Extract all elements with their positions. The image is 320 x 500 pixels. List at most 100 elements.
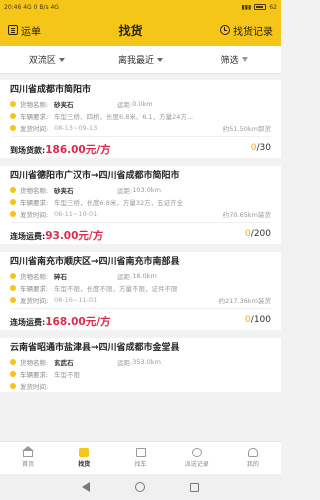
quota-counter: 0/200	[245, 229, 271, 239]
vehicle-row: 车辆要求: 车型不限	[10, 368, 271, 380]
tab-find-truck[interactable]: 找车	[112, 442, 168, 474]
chevron-down-icon	[157, 57, 164, 62]
price-value: 93.00元/方	[45, 230, 104, 242]
quota-total: /200	[250, 228, 271, 239]
goods-label: 货物名称:	[20, 359, 49, 367]
screen-filter-label: 筛选	[220, 56, 239, 66]
district-filter[interactable]: 双流区	[0, 53, 94, 66]
goods-icon	[79, 448, 90, 457]
vehicle-label: 车辆要求:	[20, 113, 49, 121]
date-label: 发货时间:	[20, 125, 49, 133]
date-row: 发货时间: 08-11~10-01 约70.65km装货	[10, 208, 271, 220]
route: 四川省成都市简阳市	[10, 85, 92, 95]
system-nav-bar	[0, 474, 281, 500]
status-time: 20:46 4G 0 B/s 4G	[4, 3, 59, 11]
distance-value: 0.0km	[132, 100, 153, 108]
vehicle-value: 车型不限，长度不限，方量不限，证件不限	[54, 285, 178, 293]
cargo-card[interactable]: 四川省德阳市广汉市→四川省成都市简阳市 货物名称: 砂夹石 运距: 103.0k…	[0, 166, 281, 244]
cargo-card[interactable]: 云南省昭通市盐津县→四川省成都市金堂县 货物名称: 玄武石 运距: 353.0k…	[0, 338, 281, 392]
waybill-label: 运单	[21, 26, 41, 38]
sort-filter-label: 离我最近	[118, 56, 155, 66]
tab-find-goods[interactable]: 找货	[56, 442, 112, 474]
bullet-icon	[10, 211, 16, 217]
user-icon	[247, 448, 258, 457]
document-icon	[8, 25, 18, 35]
price-row: 到场货款:186.00元/方 0/30	[10, 136, 271, 158]
bullet-icon	[10, 285, 16, 291]
goods-label: 货物名称:	[20, 273, 49, 281]
waybill-button[interactable]: 运单	[8, 23, 41, 38]
quota-counter: 0/30	[251, 143, 271, 153]
bullet-icon	[10, 187, 16, 193]
vehicle-row: 车辆要求: 车型三桥、四桥，长度6.8米、6.1，方量24方...	[10, 110, 271, 122]
cargo-card[interactable]: 四川省南充市顺庆区→四川省南充市南部县 货物名称: 碎石 运距: 18.0km …	[0, 252, 281, 330]
distance-note: 约51.50km卸货	[222, 125, 271, 133]
distance-label: 运距:	[117, 359, 133, 367]
truck-icon	[135, 448, 146, 457]
distance-value: 353.0km	[132, 358, 161, 366]
tab-mine-label: 我的	[246, 461, 259, 468]
price-row: 连场运费:93.00元/方 0/200	[10, 222, 271, 244]
route: 四川省德阳市广汉市→四川省成都市简阳市	[10, 171, 180, 181]
clock-icon	[219, 25, 230, 35]
goods-label: 货物名称:	[20, 187, 49, 195]
tab-mine[interactable]: 我的	[225, 442, 281, 474]
header: 运单 找货 找货记录	[0, 14, 281, 46]
search-record-button[interactable]: 找货记录	[219, 23, 273, 38]
filter-bar: 双流区 离我最近 筛选	[0, 46, 281, 74]
date-label: 发货时间:	[20, 211, 49, 219]
cargo-list[interactable]: 四川省成都市简阳市 货物名称: 砂夹石 运距: 0.0km 车辆要求: 车型三桥…	[0, 74, 281, 441]
tab-home[interactable]: 首页	[0, 442, 56, 474]
vehicle-value: 车型不限	[54, 371, 80, 379]
bullet-icon	[10, 359, 16, 365]
goods-row: 货物名称: 玄武石 运距: 353.0km	[10, 356, 271, 368]
quota-counter: 0/100	[245, 315, 271, 325]
sort-filter[interactable]: 离我最近	[94, 53, 188, 66]
tab-find-goods-label: 找货	[78, 461, 91, 468]
date-row: 发货时间:	[10, 380, 271, 392]
battery-icon	[254, 4, 267, 10]
date-label: 发货时间:	[20, 383, 49, 391]
vehicle-label: 车辆要求:	[20, 285, 49, 293]
battery-level: 62	[269, 3, 277, 11]
record-icon	[191, 448, 202, 457]
price-value: 168.00元/方	[45, 316, 111, 328]
home-circle-icon[interactable]	[134, 482, 145, 492]
distance-label: 运距:	[117, 187, 133, 195]
route: 四川省南充市顺庆区→四川省南充市南部县	[10, 257, 180, 267]
bullet-icon	[10, 383, 16, 389]
distance-label: 运距:	[117, 273, 133, 281]
distance-note: 约70.65km装货	[222, 211, 271, 219]
bullet-icon	[10, 199, 16, 205]
price: 到场货款:186.00元/方	[10, 138, 111, 157]
status-bar: 20:46 4G 0 B/s 4G ▮▮▮ 62	[0, 0, 281, 14]
vehicle-value: 车型三桥、四桥，长度6.8米、6.1，方量24方...	[54, 113, 194, 121]
goods-row: 货物名称: 砂夹石 运距: 103.0km	[10, 184, 271, 196]
bullet-icon	[10, 297, 16, 303]
distance-note: 约217.36km装货	[218, 297, 271, 305]
vehicle-label: 车辆要求:	[20, 199, 49, 207]
vehicle-row: 车辆要求: 车型三桥，长度6.8米，方量32方，五证齐全	[10, 196, 271, 208]
bullet-icon	[10, 371, 16, 377]
tab-delivery-record[interactable]: 派送记录	[169, 442, 225, 474]
bullet-icon	[10, 125, 16, 131]
tab-find-truck-label: 找车	[134, 461, 147, 468]
screen-filter[interactable]: 筛选	[187, 53, 281, 66]
bullet-icon	[10, 273, 16, 279]
cargo-card[interactable]: 四川省成都市简阳市 货物名称: 砂夹石 运距: 0.0km 车辆要求: 车型三桥…	[0, 80, 281, 158]
date-value: 08-13~09-13	[54, 124, 98, 132]
signal-icon: ▮▮▮	[241, 3, 252, 11]
vehicle-label: 车辆要求:	[20, 371, 49, 379]
price: 连场运费:93.00元/方	[10, 224, 103, 243]
district-filter-label: 双流区	[28, 56, 56, 66]
price-label: 连场运费:	[10, 232, 46, 241]
funnel-icon	[241, 57, 248, 62]
distance-value: 18.0km	[132, 272, 157, 280]
recent-apps-icon[interactable]	[189, 482, 199, 492]
back-icon[interactable]	[82, 482, 91, 492]
price-label: 连场运费:	[10, 318, 46, 327]
tab-bar: 首页 找货 找车 派送记录 我的	[0, 441, 281, 474]
distance-value: 103.0km	[132, 186, 161, 194]
goods-row: 货物名称: 砂夹石 运距: 0.0km	[10, 98, 271, 110]
quota-total: /30	[256, 142, 271, 153]
